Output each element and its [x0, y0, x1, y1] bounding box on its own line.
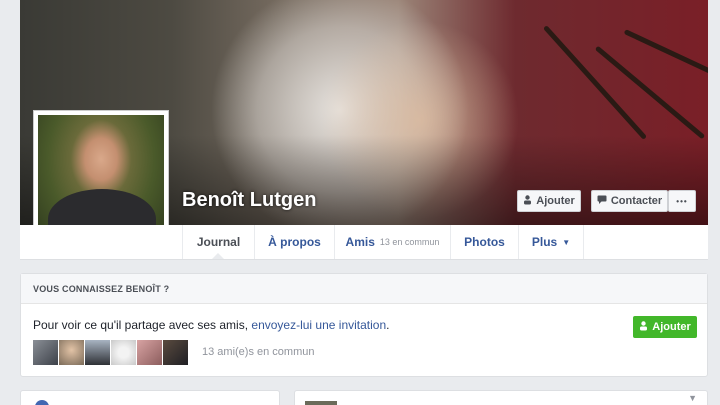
chevron-down-icon[interactable]: ▼ — [688, 393, 697, 403]
add-friend-label: Ajouter — [536, 195, 575, 207]
post-panel: ▼ — [294, 390, 708, 405]
friend-avatar[interactable] — [163, 340, 188, 365]
profile-tabs: Journal À propos Amis 13 en commun Photo… — [20, 225, 708, 260]
tab-friends[interactable]: Amis 13 en commun — [334, 225, 450, 259]
tab-more[interactable]: Plus ▼ — [518, 225, 584, 259]
add-friend-button[interactable]: Ajouter — [517, 190, 581, 212]
friend-avatar[interactable] — [137, 340, 162, 365]
more-options-button[interactable]: ••• — [668, 190, 696, 212]
post-avatar[interactable] — [305, 401, 337, 405]
friend-avatar[interactable] — [59, 340, 84, 365]
mutual-friends-text[interactable]: 13 ami(e)s en commun — [202, 346, 315, 358]
caret-down-icon: ▼ — [562, 237, 571, 247]
profile-photo — [38, 115, 164, 241]
person-plus-icon — [639, 320, 648, 334]
profile-name[interactable]: Benoît Lutgen — [182, 189, 316, 212]
message-icon — [597, 195, 607, 207]
person-plus-icon — [523, 194, 532, 208]
contact-label: Contacter — [610, 195, 663, 207]
more-dots-icon: ••• — [676, 196, 688, 206]
friend-avatar[interactable] — [85, 340, 110, 365]
active-tab-indicator — [212, 253, 224, 259]
tab-photos[interactable]: Photos — [450, 225, 518, 259]
know-person-card: VOUS CONNAISSEZ BENOÎT ? Pour voir ce qu… — [20, 273, 708, 377]
page-background — [0, 0, 20, 405]
friend-avatar[interactable] — [111, 340, 136, 365]
card-message: Pour voir ce qu'il partage avec ses amis… — [33, 318, 390, 332]
card-heading: VOUS CONNAISSEZ BENOÎT ? — [21, 274, 707, 304]
contact-button[interactable]: Contacter — [591, 190, 668, 212]
intro-panel — [20, 390, 280, 405]
send-invitation-link[interactable]: envoyez-lui une invitation — [251, 318, 386, 332]
globe-icon — [35, 400, 49, 405]
mutual-friends-count: 13 en commun — [379, 237, 440, 247]
mutual-friends-thumbnails — [33, 340, 188, 365]
friend-avatar[interactable] — [33, 340, 58, 365]
tab-about[interactable]: À propos — [254, 225, 334, 259]
add-friend-green-button[interactable]: Ajouter — [633, 316, 697, 338]
